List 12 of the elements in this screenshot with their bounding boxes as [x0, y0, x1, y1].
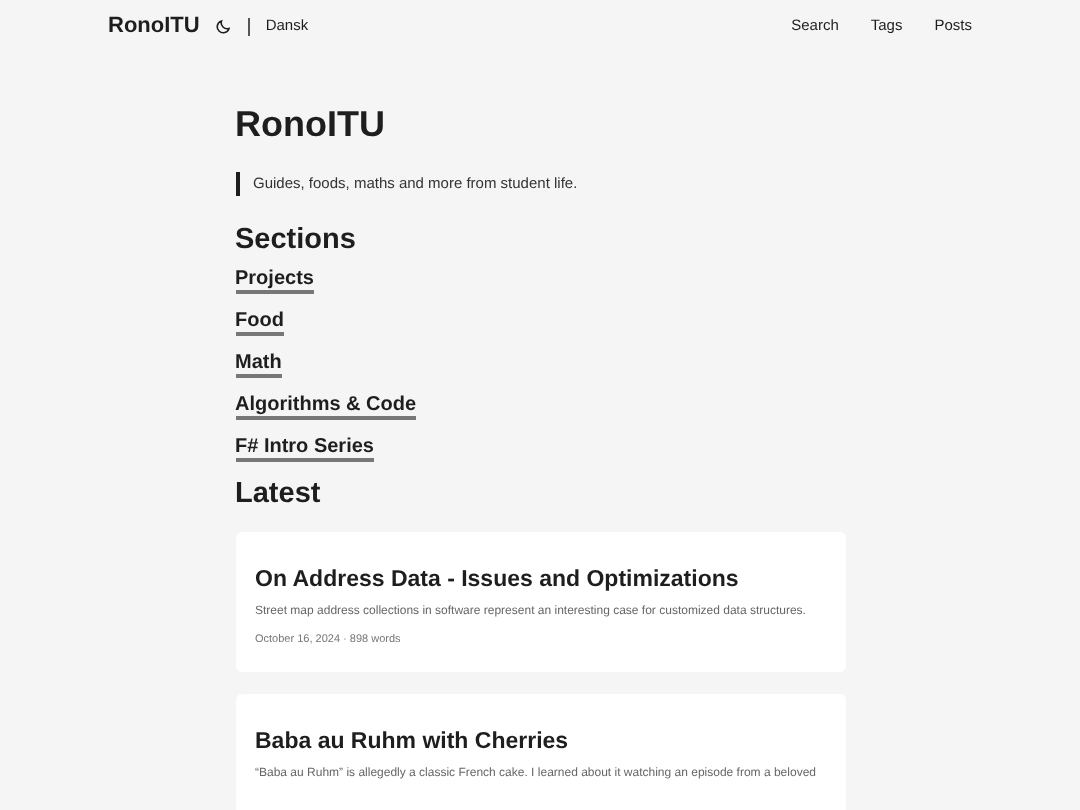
section-link[interactable]: Algorithms & Code: [235, 393, 417, 420]
section-link[interactable]: Math: [235, 351, 282, 378]
section-link[interactable]: Projects: [235, 267, 314, 294]
section-link[interactable]: F# Intro Series: [235, 435, 374, 462]
post-title: On Address Data - Issues and Optimizations: [255, 568, 741, 597]
section-heading: Sections: [235, 223, 358, 258]
section-link[interactable]: Food: [235, 309, 284, 336]
theme-toggle-icon[interactable]: [215, 18, 232, 34]
site-logo[interactable]: RonoITU: [108, 9, 200, 43]
profile-title: RonoITU: [235, 104, 387, 148]
post-title: Baba au Ruhm with Cherries: [255, 730, 571, 759]
section-heading: Latest: [235, 477, 323, 513]
